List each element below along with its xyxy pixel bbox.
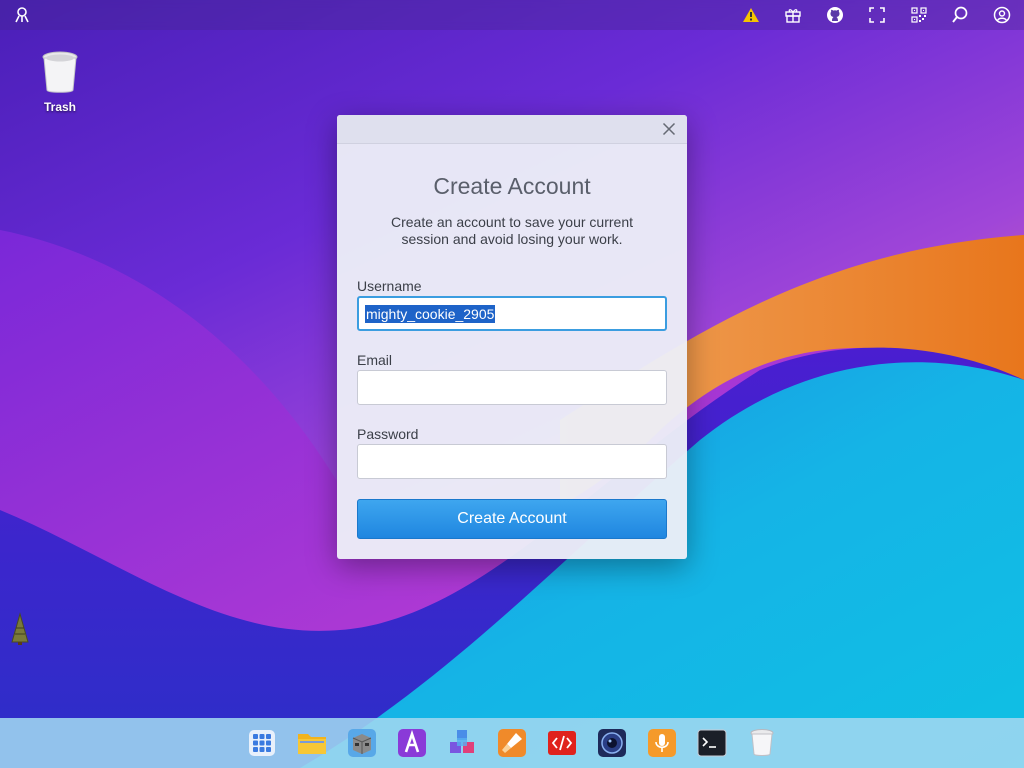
user-icon[interactable]: [992, 5, 1012, 25]
close-button[interactable]: [660, 120, 678, 138]
fullscreen-icon[interactable]: [867, 5, 887, 25]
dialog-subtitle-line-2: session and avoid losing your work.: [401, 231, 623, 247]
trash-can-icon: [42, 51, 78, 93]
gift-icon[interactable]: [783, 5, 803, 25]
trash-icon[interactable]: [747, 728, 777, 758]
font-a-icon[interactable]: [397, 728, 427, 758]
package-box-icon[interactable]: [347, 728, 377, 758]
camera-icon[interactable]: [597, 728, 627, 758]
dialog-subtitle: Create an account to save your current s…: [367, 214, 657, 248]
dialog-subtitle-line-1: Create an account to save your current: [390, 214, 634, 230]
create-account-dialog: Create Account Create an account to save…: [337, 115, 687, 559]
password-label: Password: [357, 426, 419, 442]
qr-code-icon[interactable]: [909, 5, 929, 25]
desktop-trash-label: Trash: [43, 100, 76, 114]
cubes-icon[interactable]: [447, 728, 477, 758]
files-folder-icon[interactable]: [297, 728, 327, 758]
password-input[interactable]: [357, 444, 667, 479]
desktop: Trash Create Account Create an account t…: [0, 0, 1024, 768]
terminal-icon[interactable]: [697, 728, 727, 758]
email-label: Email: [357, 352, 393, 368]
brush-icon[interactable]: [497, 728, 527, 758]
search-icon[interactable]: [950, 5, 970, 25]
dock: [0, 718, 1024, 768]
github-icon[interactable]: [825, 5, 845, 25]
desktop-trash[interactable]: Trash: [30, 50, 90, 114]
close-icon: [662, 122, 676, 136]
code-editor-icon[interactable]: [547, 728, 577, 758]
top-bar: [0, 0, 1024, 30]
username-label: Username: [357, 278, 422, 294]
microphone-icon[interactable]: [647, 728, 677, 758]
dialog-title: Create Account: [433, 173, 591, 199]
app-grid-icon[interactable]: [247, 728, 277, 758]
create-account-button[interactable]: Create Account: [357, 499, 667, 539]
tree-icon: [11, 612, 29, 645]
username-selection: mighty_cookie_2905: [365, 305, 496, 323]
email-input[interactable]: [357, 370, 667, 405]
warning-icon[interactable]: [741, 5, 761, 25]
app-menu-icon[interactable]: [12, 5, 32, 25]
dialog-titlebar[interactable]: [337, 115, 687, 144]
